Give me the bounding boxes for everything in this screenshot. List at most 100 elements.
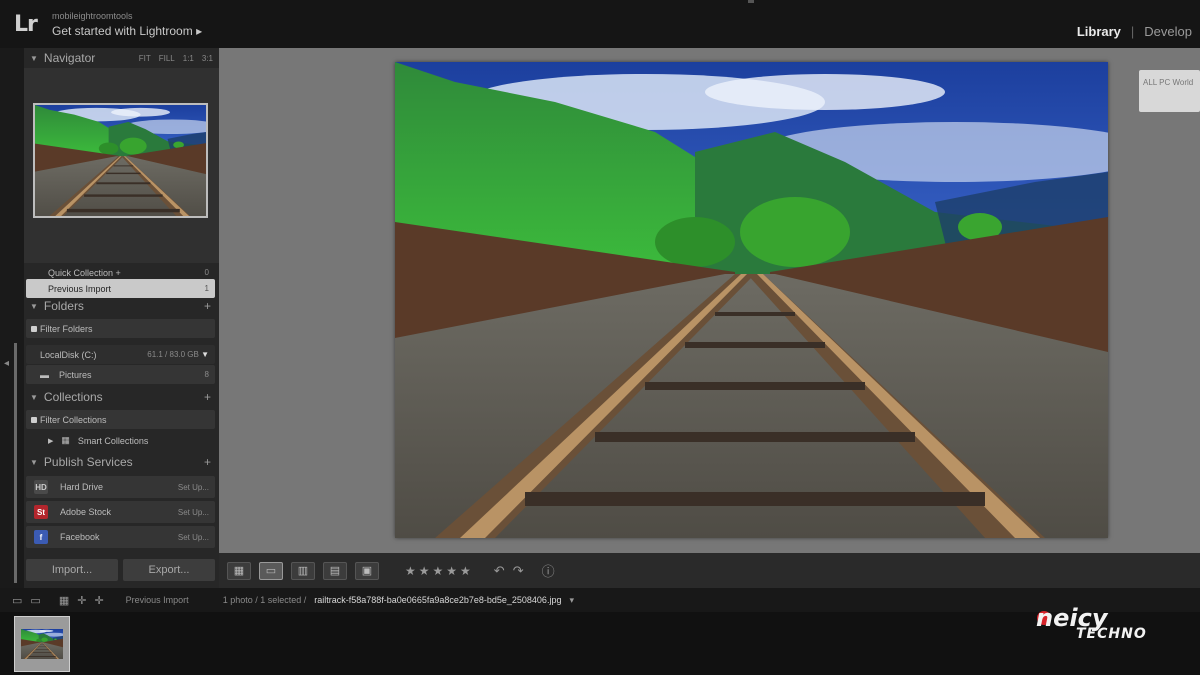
smart-collections-label: Smart Collections xyxy=(77,435,149,446)
survey-icon: ▤ xyxy=(329,565,341,577)
chevron-down-icon[interactable]: ▾ xyxy=(569,595,574,606)
folder-pictures[interactable]: ▬ Pictures 8 xyxy=(26,365,215,384)
left-panel: ▼ Navigator FIT FILL 1:1 3:1 Quick Colle… xyxy=(24,48,219,588)
rotate-left-icon[interactable]: ↶ xyxy=(494,563,505,579)
loupe-icon: ▭ xyxy=(265,565,277,577)
folders-label: Folders xyxy=(43,299,84,313)
folders-header[interactable]: ▼ Folders + xyxy=(24,296,219,316)
people-icon: ▣ xyxy=(361,565,373,577)
add-folder-icon[interactable]: + xyxy=(204,299,219,313)
navigator-header[interactable]: ▼ Navigator FIT FILL 1:1 3:1 xyxy=(24,48,219,68)
selection-count: 1 photo / 1 selected / xyxy=(222,595,307,605)
add-publish-service-icon[interactable]: + xyxy=(204,455,219,469)
site-watermark-text: ALL PC World xyxy=(1143,78,1194,87)
selected-filename: railtrack-f58a788f-ba0e0665fa9a8ce2b7e8-… xyxy=(314,595,562,605)
right-panel-collapsed xyxy=(1119,48,1200,553)
collections-label: Collections xyxy=(43,390,103,404)
smart-collections[interactable]: ▶ ▦ Smart Collections xyxy=(26,431,215,450)
compare-view-button[interactable]: ▥ xyxy=(291,561,315,580)
volume-size: 61.1 / 83.0 GB ▼ xyxy=(147,350,215,359)
zoom-3-1[interactable]: 3:1 xyxy=(202,54,213,63)
people-view-button[interactable]: ▣ xyxy=(355,561,379,580)
info-icon[interactable]: ⓘ xyxy=(542,561,555,580)
filter-collections-label: Filter Collections xyxy=(40,414,107,425)
get-started-link[interactable]: Get started with Lightroom ▸ xyxy=(52,24,202,38)
collapse-left-icon[interactable]: ◂ xyxy=(4,358,9,369)
logo-line-2: TECHNO xyxy=(1076,626,1147,642)
back-icon[interactable]: ✛ xyxy=(77,594,86,607)
publish-setup-link[interactable]: Set Up... xyxy=(178,483,215,492)
forward-icon[interactable]: ✛ xyxy=(94,594,103,607)
identity-plate: Lr mobileightroomtools Get started with … xyxy=(0,0,1200,48)
add-collection-icon[interactable]: + xyxy=(204,390,219,404)
rotate-right-icon[interactable]: ↷ xyxy=(513,563,524,579)
pictures-count: 8 xyxy=(204,370,209,379)
loupe-view-button[interactable]: ▭ xyxy=(259,561,283,580)
quick-collection-label: Quick Collection + xyxy=(48,267,121,278)
filmstrip-thumbnail[interactable] xyxy=(14,616,70,672)
navigator-panel xyxy=(24,68,219,263)
filmstrip-bar: ▭ ▭ ▦ ✛ ✛ Previous Import 1 photo / 1 se… xyxy=(0,588,1200,612)
loupe-photo[interactable] xyxy=(395,62,1108,538)
grid-view-button[interactable]: ▦ xyxy=(227,561,251,580)
collections-header[interactable]: ▼ Collections + xyxy=(24,387,219,407)
expand-triangle-icon: ▼ xyxy=(30,392,38,402)
thumbnail-photo xyxy=(21,629,63,659)
folder-icon: ▬ xyxy=(40,369,49,380)
volume-size-text: 61.1 / 83.0 GB xyxy=(147,350,199,359)
module-develop[interactable]: Develop xyxy=(1144,24,1192,39)
previous-import-count: 1 xyxy=(204,284,209,293)
filter-folders-label: Filter Folders xyxy=(40,323,93,334)
module-library[interactable]: Library xyxy=(1077,24,1121,39)
search-icon xyxy=(31,325,37,332)
volume-label: LocalDisk (C:) xyxy=(40,349,97,360)
secondary-window-icon[interactable]: ▭ xyxy=(30,594,40,607)
zoom-1-1[interactable]: 1:1 xyxy=(183,54,194,63)
expand-triangle-icon: ▼ xyxy=(30,301,38,311)
publish-facebook[interactable]: f Facebook Set Up... xyxy=(26,526,215,548)
publish-setup-link[interactable]: Set Up... xyxy=(178,533,215,542)
publish-item-name: Hard Drive xyxy=(60,482,104,492)
facebook-icon: f xyxy=(34,530,48,544)
identity-small-text: mobileightroomtools xyxy=(52,11,133,21)
volume-local-disk[interactable]: LocalDisk (C:) 61.1 / 83.0 GB ▼ xyxy=(26,345,215,364)
star-rating[interactable]: ★★★★★ xyxy=(405,564,474,578)
grid-icon: ▦ xyxy=(233,565,245,577)
expand-triangle-icon: ▶ xyxy=(48,437,54,445)
expand-triangle-icon: ▼ xyxy=(30,457,38,467)
channel-logo: neicy TECHNO xyxy=(1036,604,1176,644)
export-button[interactable]: Export... xyxy=(123,559,215,581)
survey-view-button[interactable]: ▤ xyxy=(323,561,347,580)
navigator-label: Navigator xyxy=(43,51,96,65)
navigator-zoom-options: FIT FILL 1:1 3:1 xyxy=(139,54,219,63)
publish-services-header[interactable]: ▼ Publish Services + xyxy=(24,452,219,472)
railway-bridge-photo xyxy=(395,62,1108,538)
filmstrip xyxy=(0,612,1200,675)
import-button[interactable]: Import... xyxy=(26,559,118,581)
left-edge: ◂ xyxy=(0,48,24,588)
publish-setup-link[interactable]: Set Up... xyxy=(178,508,215,517)
thumbnail-image xyxy=(21,629,63,659)
smart-collection-icon: ▦ xyxy=(61,435,70,445)
primary-window-icon[interactable]: ▭ xyxy=(12,594,22,607)
publish-hard-drive[interactable]: HD Hard Drive Set Up... xyxy=(26,476,215,498)
grid-icon[interactable]: ▦ xyxy=(59,594,69,607)
zoom-fit[interactable]: FIT xyxy=(139,54,151,63)
filter-collections-field[interactable]: Filter Collections xyxy=(26,410,215,429)
publish-adobe-stock[interactable]: St Adobe Stock Set Up... xyxy=(26,501,215,523)
left-panel-scrollbar[interactable] xyxy=(14,343,17,583)
module-separator: | xyxy=(1130,24,1135,39)
adobe-stock-icon: St xyxy=(34,505,48,519)
panel-collapse-handle[interactable] xyxy=(748,0,754,3)
search-icon xyxy=(31,416,37,423)
library-toolbar: ▦ ▭ ▥ ▤ ▣ ★★★★★ ↶ ↷ ⓘ xyxy=(219,553,1200,588)
previous-import-label: Previous Import xyxy=(48,283,112,294)
hard-drive-icon: HD xyxy=(34,480,48,494)
zoom-fill[interactable]: FILL xyxy=(159,54,175,63)
filter-folders-field[interactable]: Filter Folders xyxy=(26,319,215,338)
navigator-preview[interactable] xyxy=(33,103,208,218)
publish-services-label: Publish Services xyxy=(43,455,133,469)
compare-icon: ▥ xyxy=(297,565,309,577)
filmstrip-source[interactable]: Previous Import xyxy=(126,595,189,605)
publish-item-name: Facebook xyxy=(60,532,100,542)
